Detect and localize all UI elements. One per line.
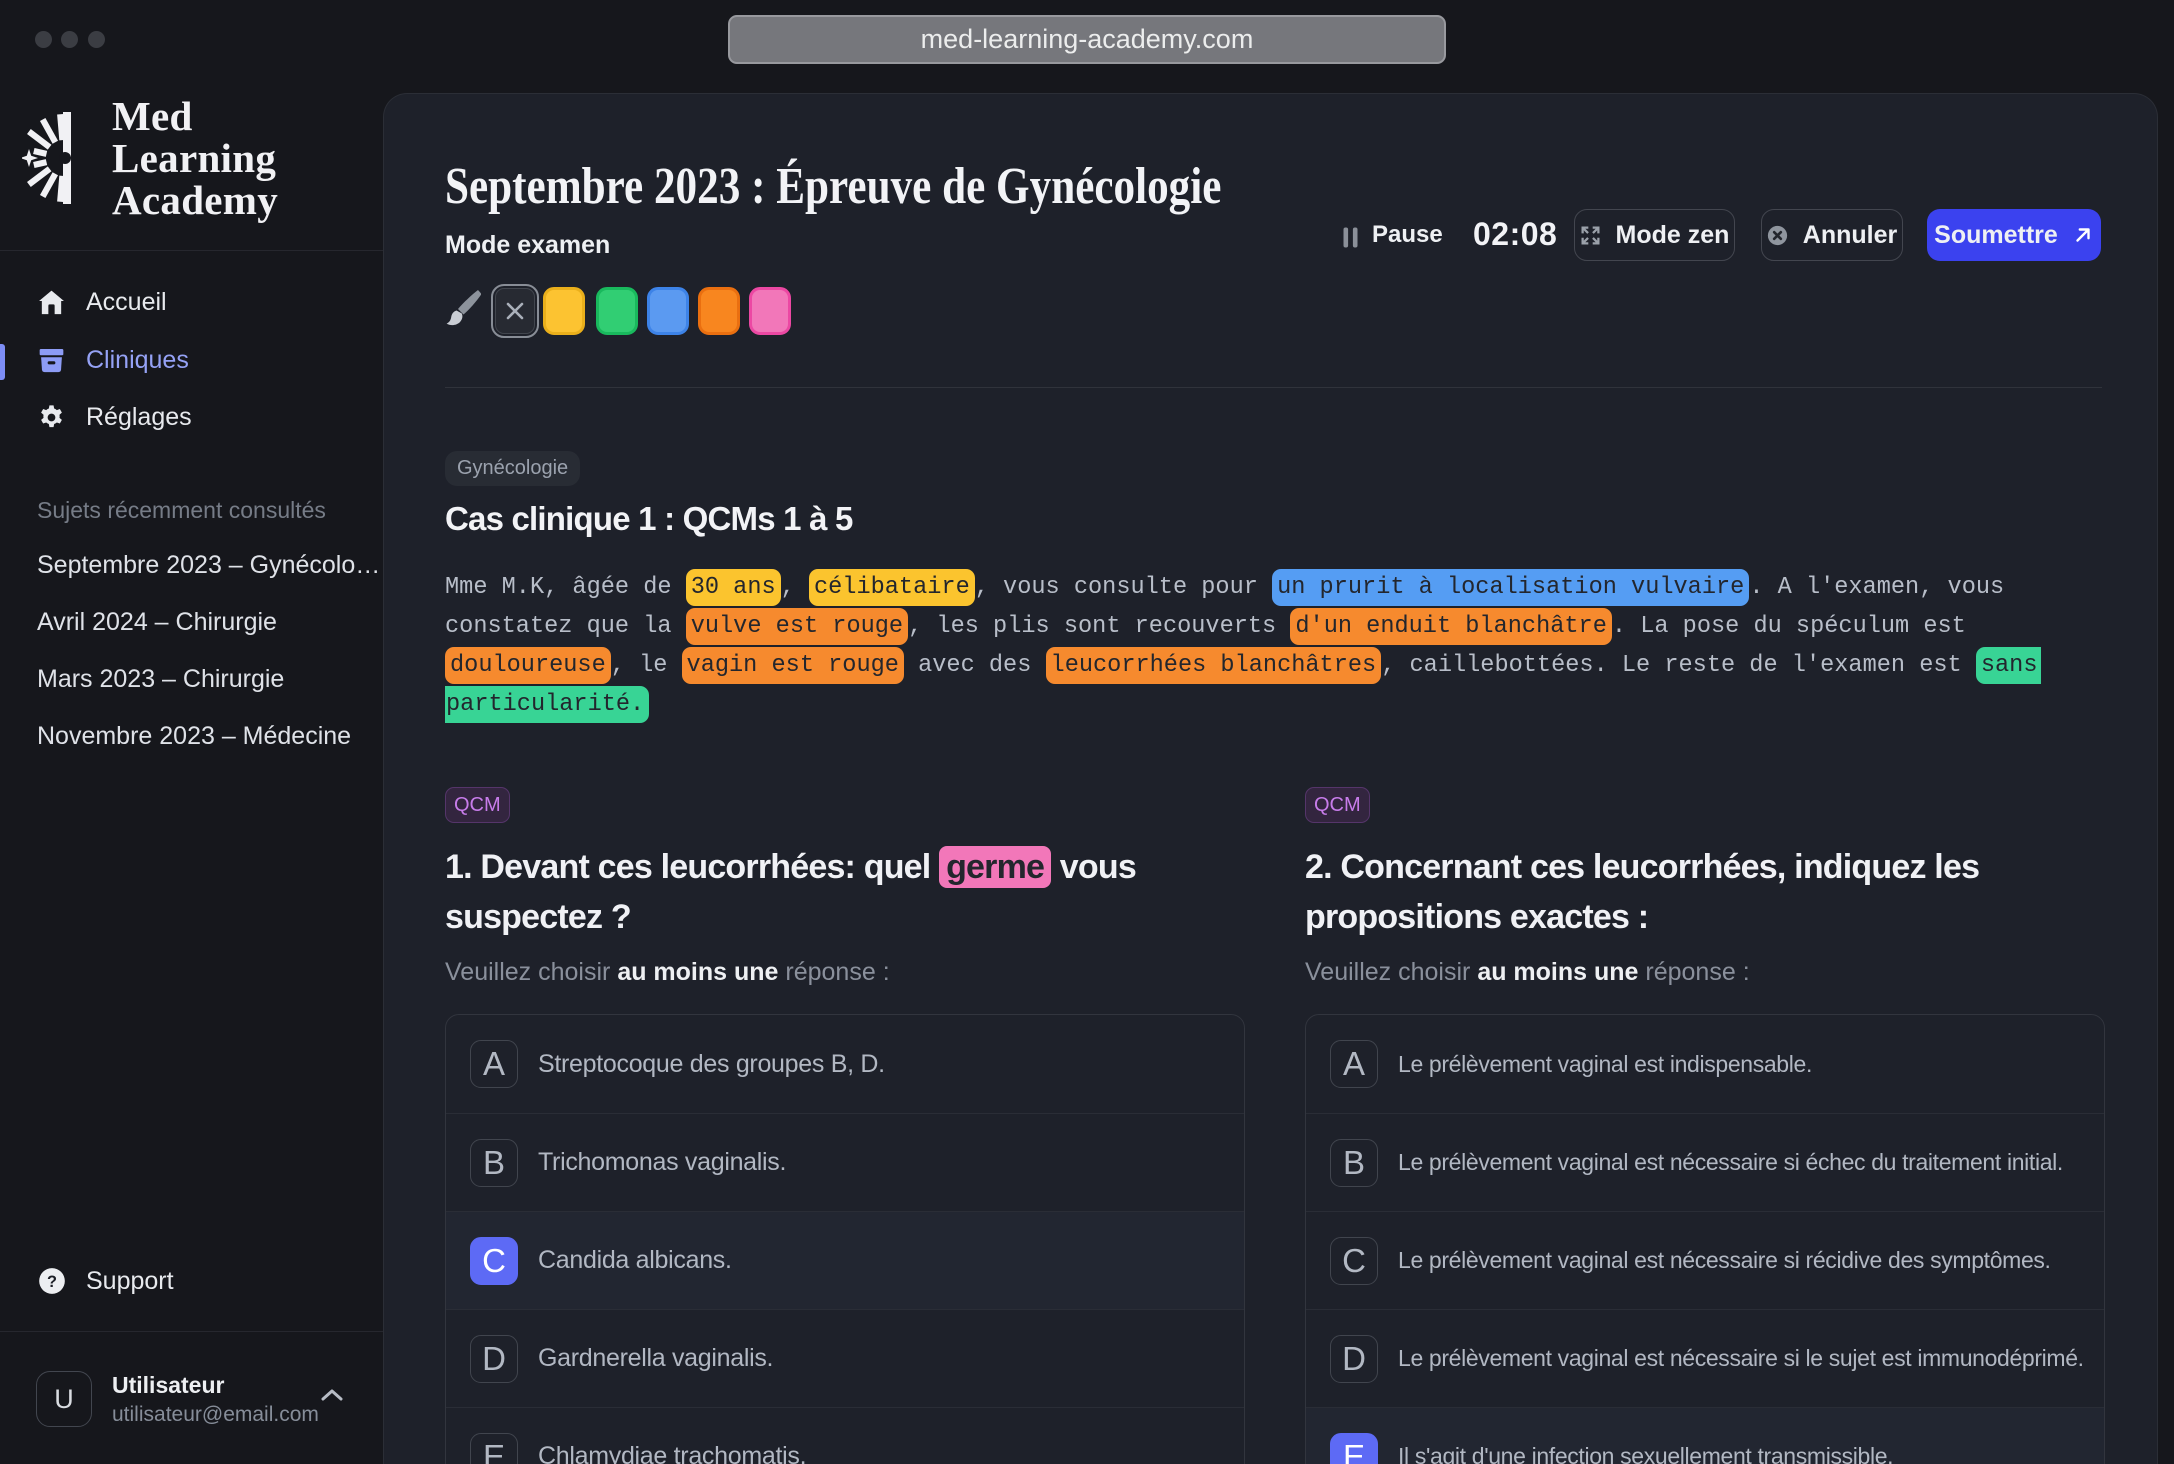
svg-text:?: ? bbox=[47, 1273, 57, 1291]
